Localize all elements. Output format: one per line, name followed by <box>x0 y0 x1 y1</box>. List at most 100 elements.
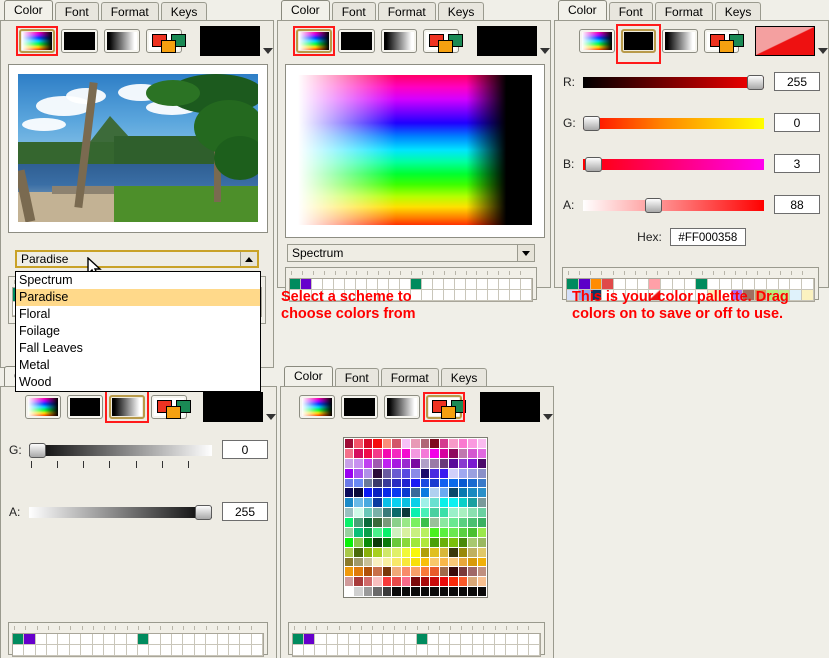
dropdown-option-foilage[interactable]: Foilage <box>16 323 260 340</box>
palette-cell[interactable] <box>337 634 350 645</box>
color-swatch-cell[interactable] <box>449 488 458 498</box>
color-swatch-cell[interactable] <box>468 577 477 587</box>
palette-cell[interactable] <box>461 645 473 656</box>
palette-cell[interactable] <box>394 645 406 656</box>
color-swatch-cell[interactable] <box>392 478 401 488</box>
color-swatch-cell[interactable] <box>401 468 411 478</box>
color-swatch-cell[interactable] <box>411 439 420 448</box>
color-swatch-cell[interactable] <box>354 488 363 498</box>
color-swatch-cell[interactable] <box>345 508 354 517</box>
palette-cell[interactable] <box>81 634 93 645</box>
color-swatch-cell[interactable] <box>449 498 458 508</box>
palette-cell[interactable] <box>349 634 361 645</box>
color-swatch-cell[interactable] <box>392 537 401 547</box>
color-swatch-cell[interactable] <box>363 498 373 508</box>
color-swatch-cell[interactable] <box>345 439 354 448</box>
color-swatch-cell[interactable] <box>401 488 411 498</box>
color-swatch-cell[interactable] <box>373 518 382 527</box>
tab-format[interactable]: Format <box>654 2 713 21</box>
palette-cell[interactable] <box>251 645 263 656</box>
palette-cell[interactable] <box>293 634 305 645</box>
tab-font[interactable]: Font <box>331 2 376 21</box>
color-swatch-cell[interactable] <box>477 468 486 478</box>
color-swatch-cell[interactable] <box>392 587 401 596</box>
grayscale-mode-icon[interactable] <box>662 29 698 53</box>
color-preview-swatch[interactable] <box>477 26 537 56</box>
palette-cell[interactable] <box>495 645 507 656</box>
color-swatch-cell[interactable] <box>345 478 354 488</box>
color-swatch-cell[interactable] <box>439 498 449 508</box>
palette-cell[interactable] <box>47 634 59 645</box>
slider-thumb-b[interactable] <box>584 156 602 172</box>
tab-font[interactable]: Font <box>334 368 379 387</box>
scheme-combobox[interactable]: Paradise <box>15 250 259 268</box>
palette-cell[interactable] <box>92 645 104 656</box>
color-swatch-cell[interactable] <box>477 567 486 577</box>
color-swatch-cell[interactable] <box>477 537 486 547</box>
color-swatch-cell[interactable] <box>430 557 439 567</box>
color-swatch-cell[interactable] <box>430 508 439 517</box>
palette-cell[interactable] <box>461 634 473 645</box>
color-swatch-cell[interactable] <box>458 587 468 596</box>
hex-input[interactable]: #FF000358 <box>669 228 746 246</box>
palette-cell[interactable] <box>450 634 462 645</box>
color-swatch-cell[interactable] <box>363 458 373 468</box>
color-swatch-cell[interactable] <box>420 537 430 547</box>
color-swatch-cell[interactable] <box>382 488 392 498</box>
color-swatch-cell[interactable] <box>439 557 449 567</box>
palette-cell[interactable] <box>450 645 462 656</box>
color-swatch-cell[interactable] <box>363 537 373 547</box>
color-swatch-grid[interactable] <box>343 437 488 598</box>
color-swatch-cell[interactable] <box>382 458 392 468</box>
color-swatch-cell[interactable] <box>401 458 411 468</box>
color-swatch-cell[interactable] <box>363 567 373 577</box>
chevron-down-icon[interactable] <box>263 48 273 54</box>
color-swatch-cell[interactable] <box>345 537 354 547</box>
color-swatch-cell[interactable] <box>411 468 420 478</box>
color-swatch-cell[interactable] <box>420 498 430 508</box>
color-swatch-cell[interactable] <box>468 448 477 458</box>
color-swatch-cell[interactable] <box>345 468 354 478</box>
dropdown-option-floral[interactable]: Floral <box>16 306 260 323</box>
color-swatch-cell[interactable] <box>373 478 382 488</box>
color-swatch-cell[interactable] <box>420 478 430 488</box>
color-swatch-cell[interactable] <box>392 508 401 517</box>
color-swatch-cell[interactable] <box>430 478 439 488</box>
color-swatch-cell[interactable] <box>420 527 430 537</box>
palette-cell[interactable] <box>217 645 229 656</box>
palette-cell[interactable] <box>251 634 263 645</box>
color-swatch-cell[interactable] <box>430 458 439 468</box>
color-swatch-cell[interactable] <box>354 498 363 508</box>
color-swatch-cell[interactable] <box>354 577 363 587</box>
palette-cell[interactable] <box>115 645 127 656</box>
color-swatch-cell[interactable] <box>382 518 392 527</box>
slider-thumb-a[interactable] <box>644 197 662 213</box>
color-swatch-cell[interactable] <box>468 587 477 596</box>
color-swatch-cell[interactable] <box>477 518 486 527</box>
color-swatch-cell[interactable] <box>468 508 477 517</box>
color-swatch-cell[interactable] <box>449 439 458 448</box>
color-swatch-cell[interactable] <box>430 527 439 537</box>
palette-cell[interactable] <box>240 645 252 656</box>
color-swatch-cell[interactable] <box>373 537 382 547</box>
color-swatch-cell[interactable] <box>449 577 458 587</box>
color-swatch-cell[interactable] <box>382 527 392 537</box>
color-swatch-cell[interactable] <box>392 498 401 508</box>
palette-cell[interactable] <box>360 645 372 656</box>
palette-cell[interactable] <box>517 634 529 645</box>
slider-track-gray[interactable] <box>29 442 212 458</box>
dropdown-option-wood[interactable]: Wood <box>16 374 260 391</box>
color-swatch-cell[interactable] <box>411 478 420 488</box>
color-swatch-cell[interactable] <box>430 498 439 508</box>
dropdown-option-metal[interactable]: Metal <box>16 357 260 374</box>
color-swatch-cell[interactable] <box>449 537 458 547</box>
tab-color[interactable]: Color <box>284 366 333 386</box>
spectrum-gradient-picker[interactable] <box>298 75 532 225</box>
palette-cell[interactable] <box>69 634 82 645</box>
color-swatch-cell[interactable] <box>401 587 411 596</box>
color-swatch-cell[interactable] <box>430 567 439 577</box>
color-swatch-cell[interactable] <box>345 458 354 468</box>
color-swatch-cell[interactable] <box>382 587 392 596</box>
palette-cell[interactable] <box>349 645 361 656</box>
spectrum-mode-icon[interactable] <box>579 29 615 53</box>
